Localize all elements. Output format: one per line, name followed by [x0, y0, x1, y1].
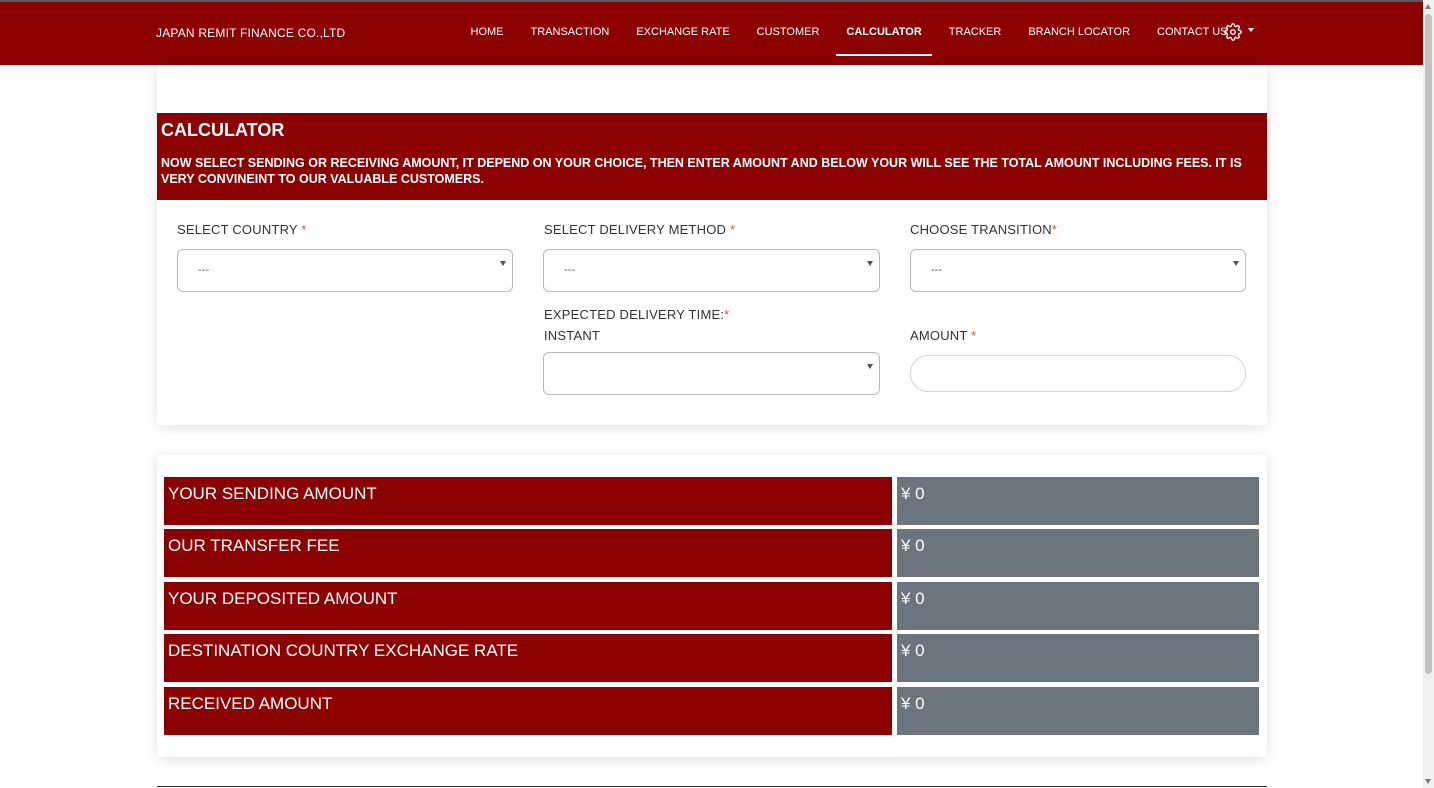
delivery-method-select-value: ---: [564, 264, 575, 276]
calculator-card: CALCULATOR NOW SELECT SENDING OR RECEIVI…: [157, 65, 1267, 425]
chevron-down-icon: [867, 364, 873, 369]
chevron-down-icon: [1233, 261, 1239, 266]
transition-select[interactable]: ---: [910, 249, 1246, 292]
page-title: CALCULATOR: [161, 120, 285, 140]
country-label: SELECT COUNTRY *: [177, 222, 307, 237]
delivery-time-label-text: EXPECTED DELIVERY TIME:: [544, 307, 725, 322]
delivery-time-label: EXPECTED DELIVERY TIME:* INSTANT: [544, 304, 729, 346]
result-row-label: YOUR SENDING AMOUNT: [164, 477, 892, 525]
page-scrollbar[interactable]: [1423, 0, 1434, 788]
section-divider: [157, 786, 1267, 787]
amount-label-text: AMOUNT: [910, 328, 968, 343]
result-row-value: ¥ 0: [897, 477, 1259, 525]
transition-label-text: CHOOSE TRANSITION: [910, 222, 1052, 237]
gear-icon: [1224, 23, 1242, 41]
transition-select-value: ---: [931, 264, 942, 276]
required-mark: *: [729, 222, 736, 237]
chevron-down-icon: [867, 261, 873, 266]
result-row-label: RECEIVED AMOUNT: [164, 687, 892, 735]
nav-item-customer[interactable]: CUSTOMER: [747, 2, 830, 65]
country-label-text: SELECT COUNTRY: [177, 222, 298, 237]
delivery-method-label: SELECT DELIVERY METHOD *: [544, 222, 735, 237]
result-row-label: DESTINATION COUNTRY EXCHANGE RATE: [164, 634, 892, 682]
scroll-up-arrow-icon[interactable]: [1425, 4, 1431, 9]
result-row-label: OUR TRANSFER FEE: [164, 529, 892, 577]
navbar: JAPAN REMIT FINANCE CO.,LTD HOME TRANSAC…: [0, 2, 1423, 65]
chevron-down-icon: [500, 261, 506, 266]
settings-dropdown[interactable]: [1224, 23, 1254, 41]
required-mark: *: [1051, 222, 1058, 237]
result-row-value: ¥ 0: [897, 529, 1259, 577]
calculator-header: CALCULATOR NOW SELECT SENDING OR RECEIVI…: [157, 113, 1267, 200]
delivery-time-select[interactable]: [543, 352, 880, 395]
delivery-method-label-text: SELECT DELIVERY METHOD: [544, 222, 727, 237]
amount-input[interactable]: [910, 355, 1246, 392]
result-row-value: ¥ 0: [897, 687, 1259, 735]
results-card: YOUR SENDING AMOUNT ¥ 0 OUR TRANSFER FEE…: [157, 455, 1267, 757]
transition-label: CHOOSE TRANSITION*: [910, 222, 1057, 237]
country-select[interactable]: ---: [177, 249, 513, 292]
brand-name[interactable]: JAPAN REMIT FINANCE CO.,LTD: [156, 26, 345, 40]
result-row-label: YOUR DEPOSITED AMOUNT: [164, 582, 892, 630]
calculator-description: NOW SELECT SENDING OR RECEIVING AMOUNT, …: [161, 156, 1242, 186]
delivery-time-sublabel: INSTANT: [544, 328, 601, 343]
scroll-down-arrow-icon[interactable]: [1425, 779, 1431, 784]
required-mark: *: [971, 328, 977, 343]
result-row-value: ¥ 0: [897, 634, 1259, 682]
delivery-method-select[interactable]: ---: [543, 249, 880, 292]
nav-item-home[interactable]: HOME: [461, 2, 514, 65]
amount-label: AMOUNT *: [910, 328, 976, 343]
scrollbar-thumb[interactable]: [1425, 14, 1432, 674]
result-row-value: ¥ 0: [897, 582, 1259, 630]
nav-item-exchange-rate[interactable]: EXCHANGE RATE: [626, 2, 739, 65]
main-nav: HOME TRANSACTION EXCHANGE RATE CUSTOMER …: [457, 2, 1241, 65]
nav-item-tracker[interactable]: TRACKER: [939, 2, 1012, 65]
country-select-value: ---: [198, 264, 209, 276]
nav-item-transaction[interactable]: TRANSACTION: [521, 2, 620, 65]
required-mark: *: [724, 307, 730, 322]
required-mark: *: [301, 222, 307, 237]
nav-item-branch-locator[interactable]: BRANCH LOCATOR: [1018, 2, 1140, 65]
nav-item-calculator[interactable]: CALCULATOR: [836, 2, 933, 65]
chevron-down-icon: [1248, 28, 1254, 32]
